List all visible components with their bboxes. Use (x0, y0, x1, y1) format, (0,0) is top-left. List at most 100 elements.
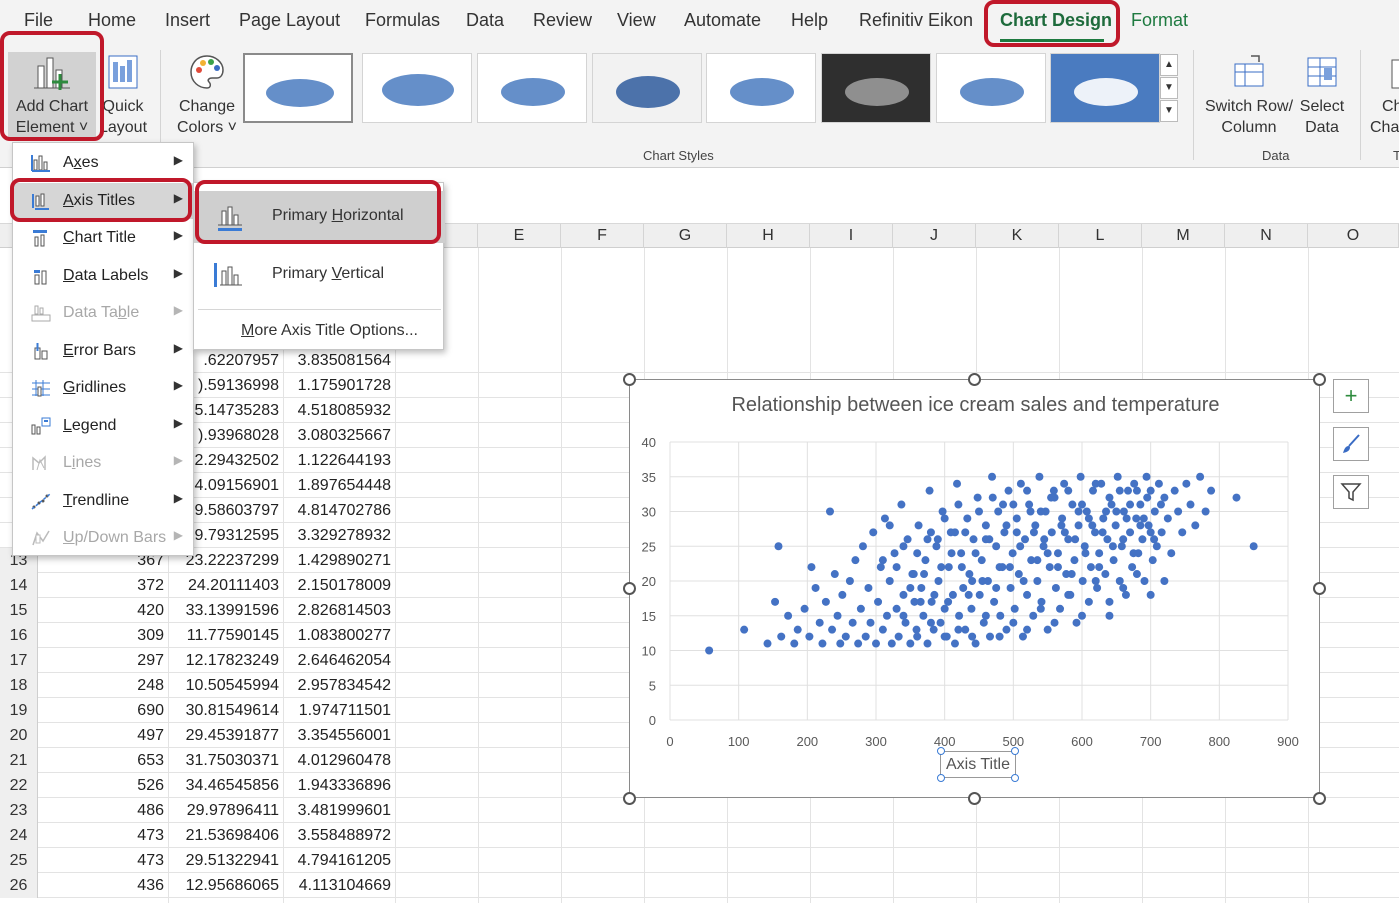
data-point[interactable] (1031, 521, 1040, 530)
data-point[interactable] (938, 507, 947, 516)
add-chart-element-button[interactable]: Add Chart Element ˅ (8, 52, 96, 140)
data-point[interactable] (954, 500, 963, 509)
data-point[interactable] (903, 535, 912, 544)
chart-style-thumbnail[interactable] (706, 53, 816, 123)
data-point[interactable] (890, 549, 899, 558)
change-colors-button[interactable]: Change Colors ˅ (172, 52, 242, 138)
cell-d[interactable]: 3.835081564 (283, 348, 395, 373)
data-point[interactable] (818, 639, 827, 648)
cell-b[interactable]: 473 (38, 823, 168, 848)
data-point[interactable] (971, 639, 980, 648)
data-point[interactable] (1012, 528, 1021, 537)
data-point[interactable] (985, 535, 994, 544)
data-point[interactable] (1142, 472, 1151, 481)
data-point[interactable] (1088, 521, 1097, 530)
chart-plot-area[interactable]: 0 100 200 300 400 500 600 700 800 900051015202530… (630, 380, 1321, 799)
data-point[interactable] (1076, 472, 1085, 481)
chart-resize-handle[interactable] (968, 373, 981, 386)
chart-style-thumbnail[interactable] (821, 53, 931, 123)
column-header-j[interactable]: J (893, 224, 976, 248)
data-point[interactable] (1009, 618, 1018, 627)
data-point[interactable] (1060, 528, 1069, 537)
data-point[interactable] (1056, 604, 1065, 613)
menu-item-chart-title[interactable]: Chart Title ▶ (13, 220, 195, 256)
data-point[interactable] (985, 632, 994, 641)
data-point[interactable] (825, 507, 834, 516)
primary-vertical-menu-item[interactable]: Primary Vertical (194, 249, 445, 301)
data-point[interactable] (763, 639, 772, 648)
data-point[interactable] (975, 590, 984, 599)
cell-c[interactable]: 29.97896411 (168, 798, 283, 823)
chart-style-thumbnail[interactable] (477, 53, 587, 123)
data-point[interactable] (771, 597, 780, 606)
cell-b[interactable]: 420 (38, 598, 168, 623)
data-point[interactable] (1130, 479, 1139, 488)
cell-d[interactable]: 1.943336896 (283, 773, 395, 798)
data-point[interactable] (906, 583, 915, 592)
tab-data[interactable]: Data (466, 10, 504, 31)
data-point[interactable] (856, 604, 865, 613)
data-point[interactable] (968, 632, 977, 641)
cell-d[interactable]: 1.175901728 (283, 373, 395, 398)
data-point[interactable] (919, 611, 928, 620)
data-point[interactable] (934, 577, 943, 585)
data-point[interactable] (1163, 514, 1172, 523)
data-point[interactable] (1119, 583, 1128, 592)
cell-b[interactable]: 653 (38, 748, 168, 773)
data-point[interactable] (1119, 507, 1128, 516)
data-point[interactable] (1033, 556, 1042, 565)
data-point[interactable] (968, 577, 977, 585)
data-point[interactable] (1146, 528, 1155, 537)
row-number[interactable]: 24 (0, 823, 38, 848)
data-point[interactable] (1232, 493, 1241, 502)
tab-formulas[interactable]: Formulas (365, 10, 440, 31)
data-point[interactable] (1040, 535, 1049, 544)
data-point[interactable] (793, 625, 802, 634)
row-number[interactable]: 20 (0, 723, 38, 748)
data-point[interactable] (1070, 556, 1079, 565)
data-point[interactable] (1191, 521, 1200, 530)
data-point[interactable] (1039, 542, 1048, 551)
data-point[interactable] (1115, 486, 1124, 495)
data-point[interactable] (959, 583, 968, 592)
cell-d[interactable]: 1.897654448 (283, 473, 395, 498)
cell-c[interactable]: 34.46545856 (168, 773, 283, 798)
chart-resize-handle[interactable] (968, 792, 981, 805)
cell-d[interactable]: 2.150178009 (283, 573, 395, 598)
chart-style-thumbnail[interactable] (1050, 53, 1160, 123)
tab-help[interactable]: Help (791, 10, 828, 31)
axis-title-handle[interactable] (937, 747, 945, 755)
data-point[interactable] (1148, 556, 1157, 565)
data-point[interactable] (880, 514, 889, 523)
switch-row-column-button[interactable]: Switch Row/ Column (1203, 52, 1295, 138)
cell-c[interactable]: 31.75030371 (168, 748, 283, 773)
data-point[interactable] (1023, 486, 1032, 495)
data-point[interactable] (944, 597, 953, 606)
data-point[interactable] (978, 577, 987, 585)
data-point[interactable] (1140, 577, 1149, 585)
data-point[interactable] (1167, 549, 1176, 558)
data-point[interactable] (1122, 514, 1131, 523)
row-number[interactable]: 21 (0, 748, 38, 773)
chart-resize-handle[interactable] (623, 373, 636, 386)
data-point[interactable] (930, 590, 939, 599)
data-point[interactable] (1064, 486, 1073, 495)
cell-d[interactable]: 3.481999601 (283, 798, 395, 823)
axis-title-handle[interactable] (1011, 747, 1019, 755)
data-point[interactable] (1029, 611, 1038, 620)
chart-filters-button[interactable] (1333, 475, 1369, 509)
data-point[interactable] (1249, 542, 1258, 551)
data-point[interactable] (878, 625, 887, 634)
data-point[interactable] (885, 577, 894, 585)
cell-d[interactable]: 4.814702786 (283, 498, 395, 523)
data-point[interactable] (992, 583, 1001, 592)
data-point[interactable] (995, 632, 1004, 641)
data-point[interactable] (975, 507, 983, 516)
cell-c[interactable]: 11.77590145 (168, 623, 283, 648)
data-point[interactable] (1146, 486, 1155, 495)
data-point[interactable] (926, 618, 935, 627)
cell-c[interactable]: 12.95686065 (168, 873, 283, 898)
cell-d[interactable]: 1.429890271 (283, 548, 395, 573)
cell-b[interactable]: 690 (38, 698, 168, 723)
data-point[interactable] (1146, 590, 1155, 599)
